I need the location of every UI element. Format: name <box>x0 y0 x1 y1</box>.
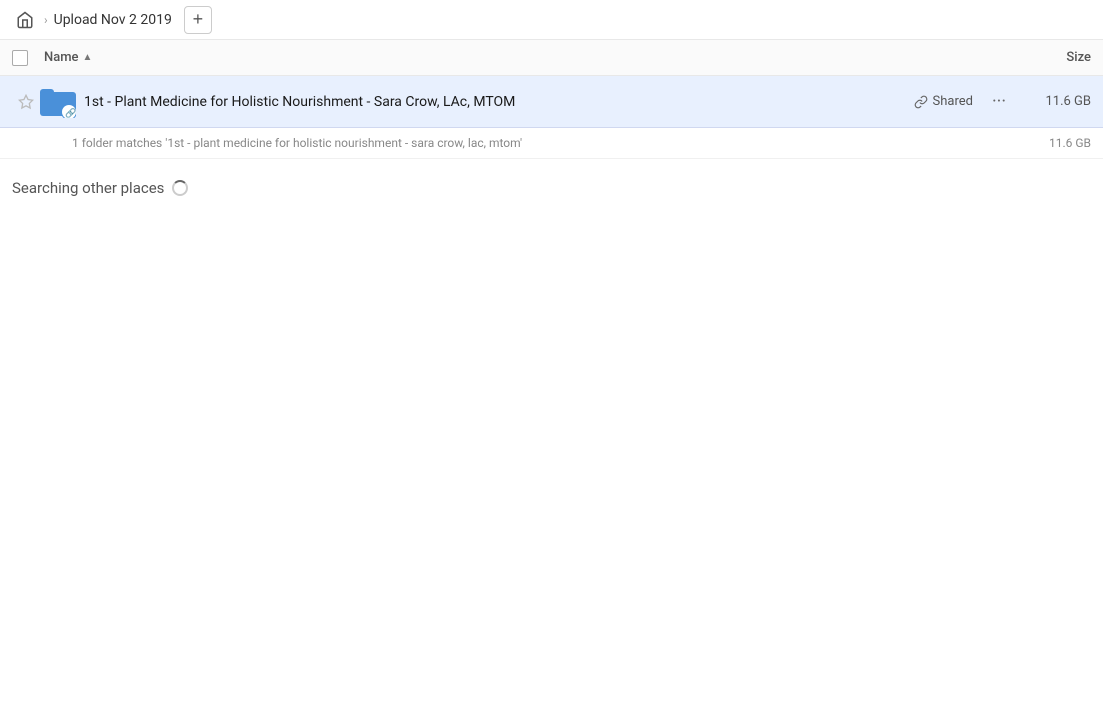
more-options-button[interactable]: ··· <box>985 88 1013 116</box>
size-column-header: Size <box>1011 50 1091 65</box>
match-info-row: 1 folder matches '1st - plant medicine f… <box>0 128 1103 159</box>
star-button[interactable] <box>12 94 40 110</box>
sort-arrow-icon: ▲ <box>83 52 93 63</box>
searching-text: Searching other places <box>12 179 164 197</box>
breadcrumb-title: Upload Nov 2 2019 <box>54 12 172 28</box>
breadcrumb-separator: › <box>44 13 48 27</box>
svg-text:🔗: 🔗 <box>65 107 76 118</box>
match-info-text: 1 folder matches '1st - plant medicine f… <box>72 136 522 150</box>
link-icon <box>914 95 928 109</box>
loading-spinner <box>172 180 188 196</box>
file-row[interactable]: 🔗 1st - Plant Medicine for Holistic Nour… <box>0 76 1103 128</box>
select-all-checkbox[interactable] <box>12 50 28 66</box>
home-button[interactable] <box>12 7 38 33</box>
breadcrumb-bar: › Upload Nov 2 2019 + <box>0 0 1103 40</box>
match-info-size: 11.6 GB <box>1049 136 1091 150</box>
shared-status: Shared <box>914 94 973 109</box>
file-name: 1st - Plant Medicine for Holistic Nouris… <box>84 94 914 110</box>
column-headers: Name ▲ Size <box>0 40 1103 76</box>
add-button[interactable]: + <box>184 6 212 34</box>
folder-icon: 🔗 <box>40 84 76 120</box>
file-size: 11.6 GB <box>1021 94 1091 109</box>
select-all-checkbox-col <box>12 50 44 66</box>
searching-section: Searching other places <box>0 159 1103 217</box>
shared-label: Shared <box>933 94 973 109</box>
name-column-header[interactable]: Name ▲ <box>44 50 1011 65</box>
